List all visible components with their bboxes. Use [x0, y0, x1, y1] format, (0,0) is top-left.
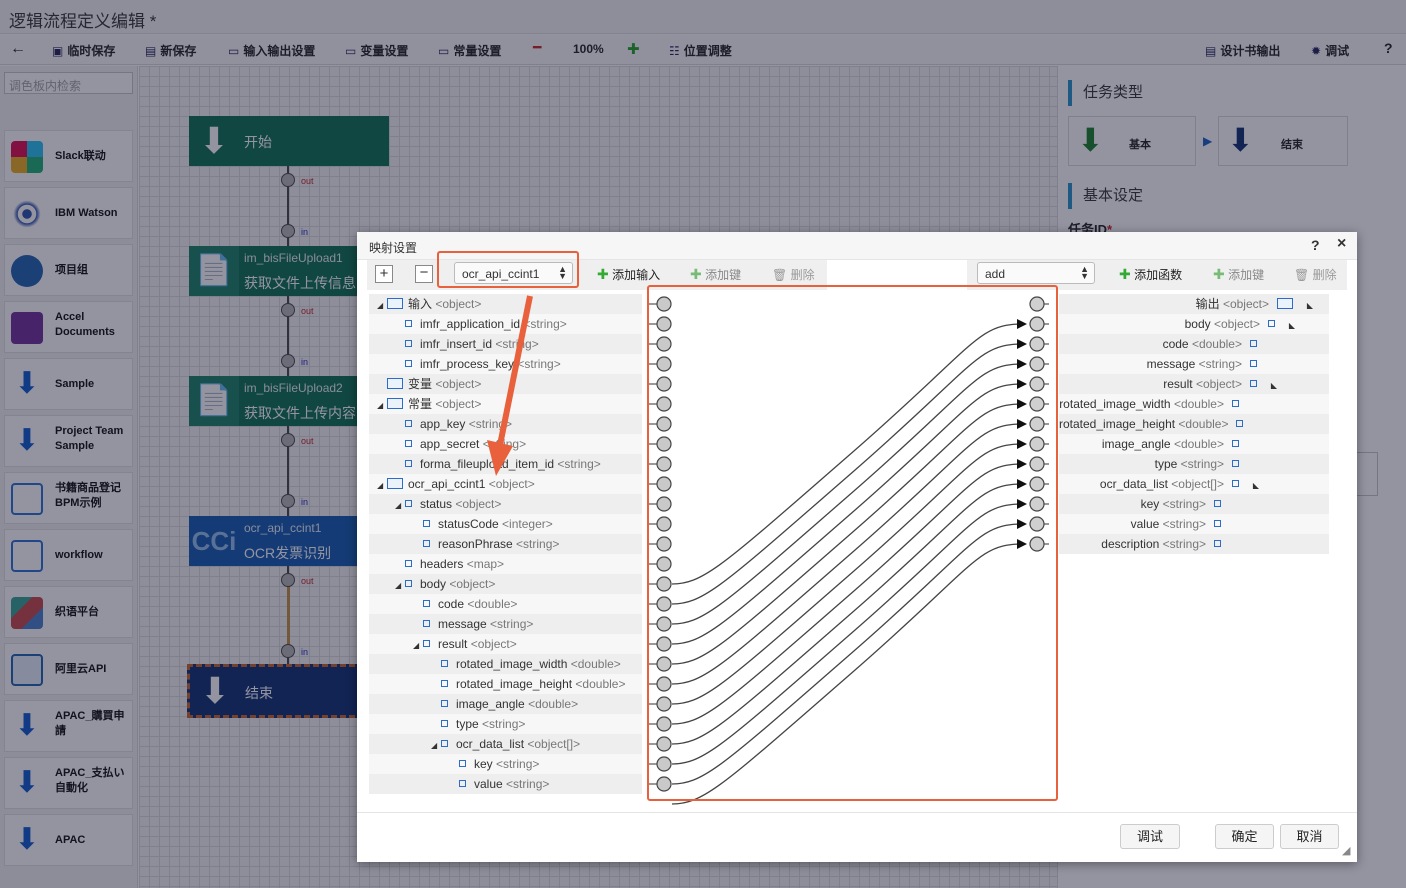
ok-button[interactable]: 确定 [1215, 824, 1274, 849]
mapping-dialog: 映射设置 ? × + − ocr_api_ccint1 ▲ ▼ ✚ 添加输入 ✚ 添… [357, 232, 1357, 862]
resize-handle-icon[interactable]: ◢ [1342, 844, 1350, 857]
dialog-divider [357, 812, 1357, 813]
cancel-button[interactable]: 取消 [1280, 824, 1339, 849]
highlight-box-source-select [437, 251, 579, 288]
debug-button[interactable]: 调试 [1120, 824, 1180, 849]
highlight-box-mapping [647, 285, 1058, 801]
